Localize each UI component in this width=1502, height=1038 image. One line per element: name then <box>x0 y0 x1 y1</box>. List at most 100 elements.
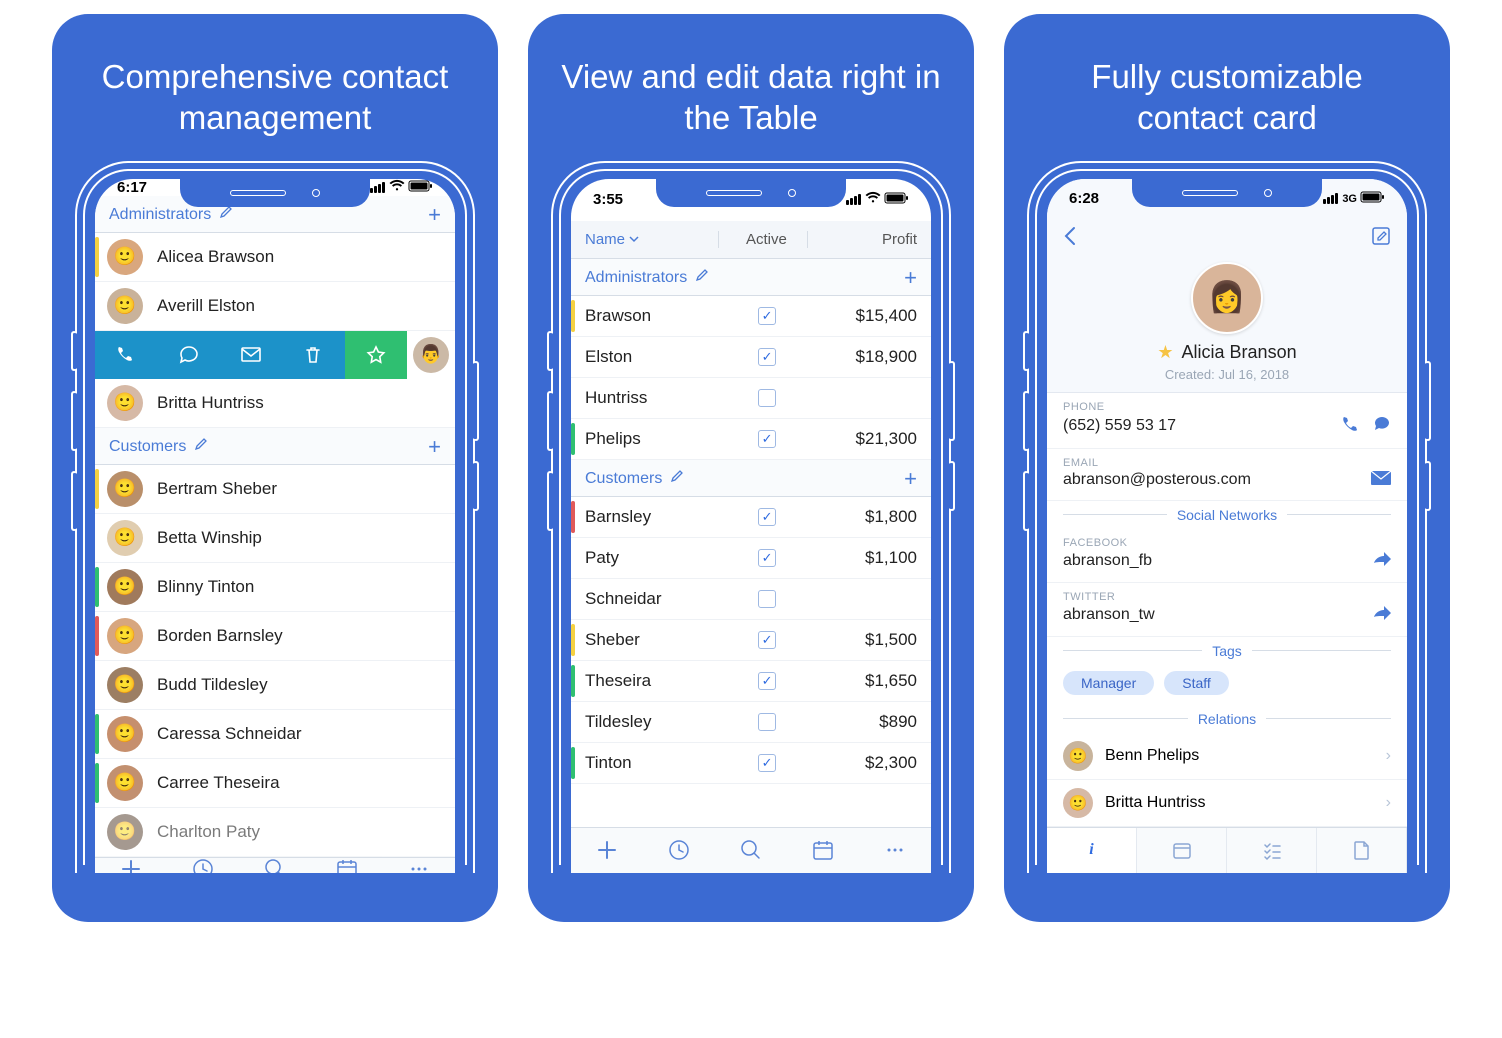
message-icon[interactable] <box>1373 415 1391 438</box>
email-value[interactable]: abranson@posterous.com <box>1063 471 1251 489</box>
recent-icon[interactable] <box>192 858 214 873</box>
status-bar: 6:28 3G <box>1047 179 1407 219</box>
cell-active[interactable] <box>724 389 810 407</box>
add-icon[interactable]: + <box>428 204 441 226</box>
back-icon[interactable] <box>1063 226 1077 251</box>
add-icon[interactable] <box>120 858 142 873</box>
cell-active[interactable]: ✓ <box>724 754 810 772</box>
phone-icon[interactable] <box>95 331 157 379</box>
search-icon[interactable] <box>740 839 762 861</box>
phone-value[interactable]: (652) 559 53 17 <box>1063 417 1176 435</box>
cell-active[interactable]: ✓ <box>724 348 810 366</box>
mail-icon[interactable] <box>1371 471 1391 490</box>
contact-row[interactable]: 🙂 Blinny Tinton <box>95 563 455 612</box>
contact-name: Alicea Brawson <box>157 247 274 267</box>
contact-row[interactable]: 🙂 Caressa Schneidar <box>95 710 455 759</box>
trash-icon[interactable] <box>282 331 344 379</box>
card-header-block: 👩 ★ Alicia Branson Created: Jul 16, 2018 <box>1047 258 1407 393</box>
calendar-icon[interactable] <box>336 858 358 873</box>
table-row[interactable]: Theseira ✓ $1,650 <box>571 661 931 702</box>
add-icon[interactable]: + <box>904 267 917 289</box>
phone-icon[interactable] <box>1341 415 1359 438</box>
mail-icon[interactable] <box>220 331 282 379</box>
contact-row[interactable]: 🙂 Bertram Sheber <box>95 465 455 514</box>
share-icon[interactable] <box>1373 605 1391 626</box>
tab-file[interactable] <box>1317 828 1407 873</box>
status-time: 6:17 <box>117 179 147 196</box>
recent-icon[interactable] <box>668 839 690 861</box>
edit-icon[interactable] <box>1371 226 1391 251</box>
table-row[interactable]: Tinton ✓ $2,300 <box>571 743 931 784</box>
contact-name: Betta Winship <box>157 528 262 548</box>
contact-name: Alicia Branson <box>1182 342 1297 363</box>
cell-active[interactable]: ✓ <box>724 549 810 567</box>
pencil-icon[interactable] <box>695 268 709 287</box>
add-icon[interactable]: + <box>428 436 441 458</box>
tab-calendar[interactable] <box>1137 828 1227 873</box>
cell-active[interactable] <box>724 713 810 731</box>
add-icon[interactable] <box>596 839 618 861</box>
table-row[interactable]: Huntriss <box>571 378 931 419</box>
share-icon[interactable] <box>1373 551 1391 572</box>
search-icon[interactable] <box>264 858 286 873</box>
cell-active[interactable]: ✓ <box>724 672 810 690</box>
signal-icon <box>846 194 861 205</box>
cell-active[interactable]: ✓ <box>724 430 810 448</box>
facebook-value[interactable]: abranson_fb <box>1063 552 1152 570</box>
contact-row[interactable]: 🙂 Averill Elston <box>95 282 455 331</box>
tag-chip[interactable]: Manager <box>1063 671 1154 695</box>
table-row[interactable]: Phelips ✓ $21,300 <box>571 419 931 460</box>
signal-icon <box>370 182 385 193</box>
table-row[interactable]: Barnsley ✓ $1,800 <box>571 497 931 538</box>
relation-name: Benn Phelips <box>1105 747 1199 765</box>
contact-row[interactable]: 🙂 Alicea Brawson <box>95 233 455 282</box>
pencil-icon[interactable] <box>670 469 684 488</box>
table-row[interactable]: Schneidar <box>571 579 931 620</box>
cell-active[interactable]: ✓ <box>724 508 810 526</box>
cell-name: Brawson <box>585 306 724 326</box>
cell-profit: $1,800 <box>810 507 917 527</box>
avatar: 🙂 <box>107 765 143 801</box>
cell-active[interactable]: ✓ <box>724 631 810 649</box>
calendar-icon[interactable] <box>812 839 834 861</box>
table-row[interactable]: Sheber ✓ $1,500 <box>571 620 931 661</box>
table-row[interactable]: Paty ✓ $1,100 <box>571 538 931 579</box>
cell-active[interactable]: ✓ <box>724 307 810 325</box>
more-icon[interactable] <box>408 858 430 873</box>
table-row[interactable]: Tildesley $890 <box>571 702 931 743</box>
pencil-icon[interactable] <box>194 437 208 456</box>
contact-row[interactable]: 🙂 Betta Winship <box>95 514 455 563</box>
swipe-actions-row: 👨 <box>95 331 455 379</box>
table-row[interactable]: Brawson ✓ $15,400 <box>571 296 931 337</box>
table-row[interactable]: Elston ✓ $18,900 <box>571 337 931 378</box>
col-active[interactable]: Active <box>718 231 807 248</box>
section-header[interactable]: Customers + <box>571 460 931 497</box>
section-header[interactable]: Administrators + <box>571 259 931 296</box>
avatar: 🙂 <box>107 569 143 605</box>
more-icon[interactable] <box>884 839 906 861</box>
relation-row[interactable]: 🙂 Benn Phelips › <box>1047 733 1407 780</box>
col-name[interactable]: Name <box>585 231 718 248</box>
contact-row[interactable]: 🙂 Britta Huntriss <box>95 379 455 428</box>
section-header[interactable]: Customers + <box>95 428 455 465</box>
contact-row[interactable]: 🙂 Borden Barnsley <box>95 612 455 661</box>
pencil-icon[interactable] <box>219 205 233 224</box>
twitter-value[interactable]: abranson_tw <box>1063 606 1155 624</box>
cell-active[interactable] <box>724 590 810 608</box>
tab-checklist[interactable] <box>1227 828 1317 873</box>
contact-row[interactable]: 🙂 Carree Theseira <box>95 759 455 808</box>
avatar: 🙂 <box>107 471 143 507</box>
contact-row[interactable]: 🙂 Charlton Paty <box>95 808 455 857</box>
message-icon[interactable] <box>157 331 219 379</box>
star-icon[interactable] <box>345 331 407 379</box>
relation-row[interactable]: 🙂 Britta Huntriss › <box>1047 780 1407 827</box>
avatar: 🙂 <box>107 239 143 275</box>
col-profit[interactable]: Profit <box>807 231 917 248</box>
add-icon[interactable]: + <box>904 468 917 490</box>
tab-info[interactable]: i <box>1047 828 1137 873</box>
tag-chip[interactable]: Staff <box>1164 671 1229 695</box>
star-icon[interactable]: ★ <box>1157 342 1173 363</box>
contact-row[interactable]: 🙂 Budd Tildesley <box>95 661 455 710</box>
cell-name: Sheber <box>585 630 724 650</box>
contact-avatar[interactable]: 👩 <box>1191 262 1263 334</box>
